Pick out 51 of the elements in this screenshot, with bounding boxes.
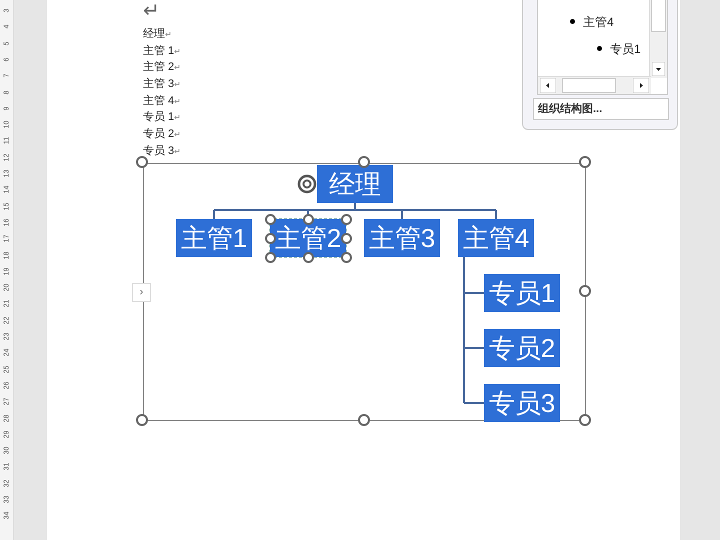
document-line: 主管 2 <box>143 60 174 76</box>
resize-handle[interactable] <box>264 252 276 262</box>
pane-item[interactable]: 专员1 <box>610 40 641 58</box>
resize-handle[interactable] <box>136 414 148 426</box>
bullet-icon <box>597 46 602 51</box>
org-chart-box[interactable]: 经理 <box>317 165 393 203</box>
document-line: 经理 <box>143 27 165 42</box>
resize-handle[interactable] <box>579 414 591 426</box>
paragraph-mark: ↵ <box>174 79 182 92</box>
org-chart-box[interactable]: 主管1 <box>176 219 252 257</box>
vertical-scrollbar[interactable] <box>649 0 667 78</box>
rotate-icon[interactable] <box>296 173 318 195</box>
resize-handle[interactable] <box>579 285 591 297</box>
scrollbar-thumb[interactable] <box>562 78 616 93</box>
paragraph-mark: ↵ <box>174 112 182 124</box>
org-chart-box[interactable]: 主管2 <box>270 219 346 257</box>
org-chart-box[interactable]: 专员1 <box>484 274 560 312</box>
resize-handle[interactable] <box>136 156 148 168</box>
paragraph-mark: ↵ <box>165 29 172 41</box>
paragraph-mark: ↵ <box>143 0 161 22</box>
document-line: 主管 4 <box>143 94 174 109</box>
org-chart-box[interactable]: 专员3 <box>484 384 560 422</box>
resize-handle[interactable] <box>358 156 370 168</box>
org-chart-box[interactable]: 主管3 <box>364 219 440 257</box>
resize-handle[interactable] <box>579 156 591 168</box>
paragraph-mark: ↵ <box>174 46 182 58</box>
resize-handle[interactable] <box>264 232 276 244</box>
resize-handle[interactable] <box>302 214 314 224</box>
document-line: 专员 2 <box>143 127 174 142</box>
scrollbar-thumb[interactable] <box>651 0 666 32</box>
scroll-right-icon[interactable] <box>633 78 649 93</box>
text-pane-footer[interactable]: 组织结构图... <box>533 98 669 120</box>
document-line: 专员 3 <box>143 144 174 159</box>
org-chart-box[interactable]: 专员2 <box>484 329 560 367</box>
paragraph-mark: ↵ <box>174 62 182 74</box>
document-line: 主管 1 <box>143 44 174 59</box>
paragraph-mark: ↵ <box>174 146 182 158</box>
resize-handle[interactable] <box>264 214 276 224</box>
org-chart-box[interactable]: 主管4 <box>458 219 534 257</box>
scroll-down-icon[interactable] <box>652 62 665 76</box>
paragraph-mark: ↵ <box>174 96 182 108</box>
resize-handle[interactable] <box>340 214 352 224</box>
horizontal-scrollbar[interactable] <box>538 76 651 94</box>
document-line: 专员 1 <box>143 110 174 126</box>
text-pane-toggle[interactable]: › <box>132 283 151 302</box>
resize-handle[interactable] <box>358 414 370 426</box>
pane-item[interactable]: 主管4 <box>583 12 614 30</box>
bullet-icon <box>570 19 575 24</box>
scroll-left-icon[interactable] <box>540 78 556 93</box>
document-line: 主管 3 <box>143 76 174 92</box>
paragraph-mark: ↵ <box>174 129 182 142</box>
